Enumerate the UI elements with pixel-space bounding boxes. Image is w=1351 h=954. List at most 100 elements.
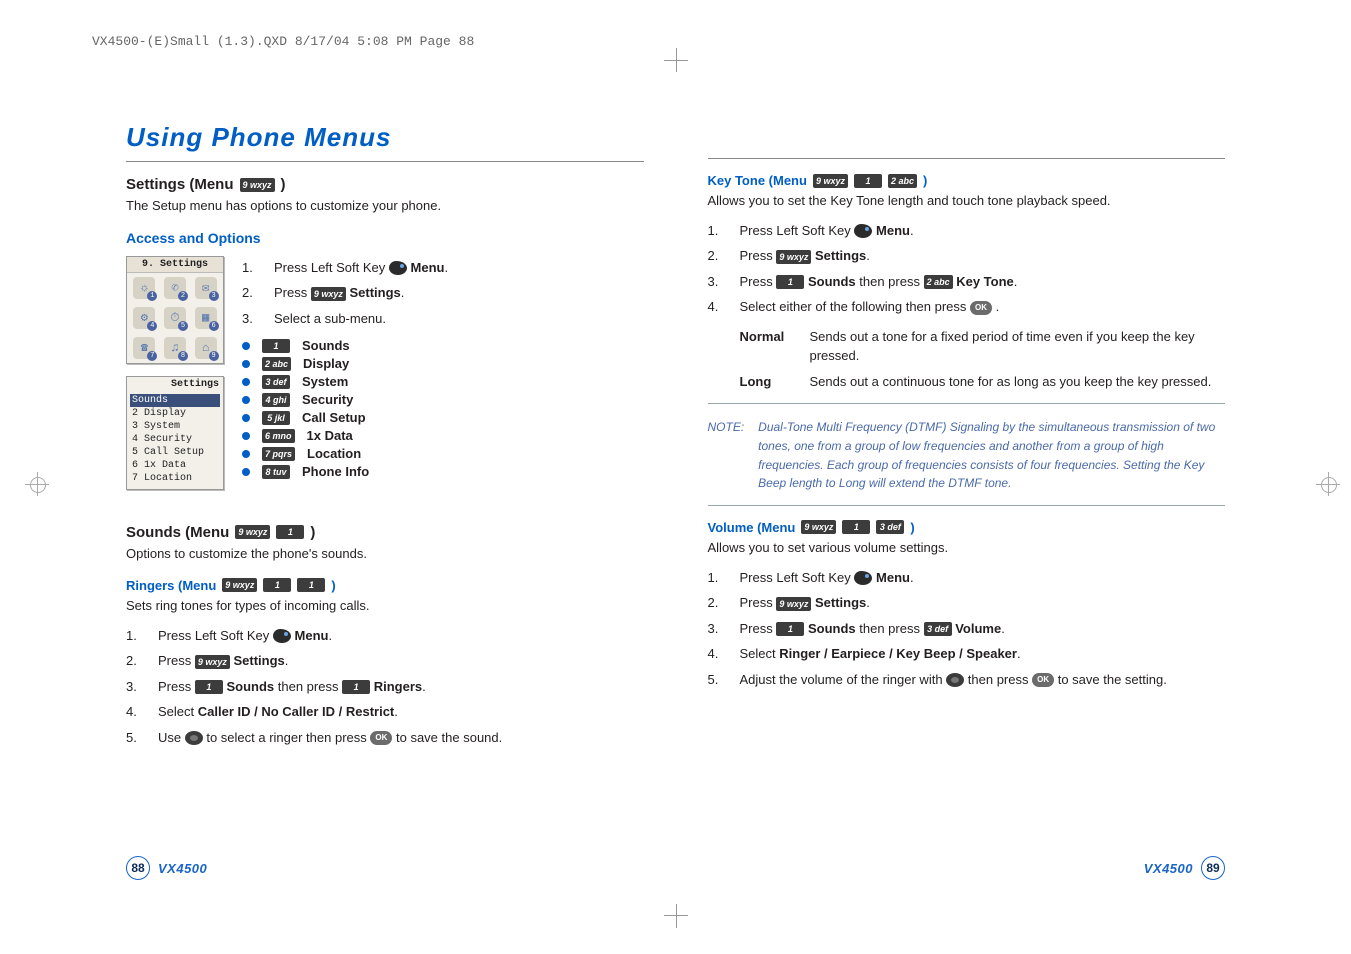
step-number: 2. [708,246,726,266]
keytone-definitions: Normal Sends out a tone for a fixed peri… [740,327,1226,392]
step-text: Press Left Soft Key Menu. [740,568,1226,588]
key-9-icon: 9 wxyz [235,525,270,539]
screenshot-list-item: Sounds [130,394,220,407]
print-slug: VX4500-(E)Small (1.3).QXD 8/17/04 5:08 P… [92,34,474,49]
submenu-item: 3 defSystem [242,374,644,389]
screenshot-title: 9. Settings [127,257,223,273]
screenshot-list-item: 7 Location [130,472,220,485]
step-text: Press Left Soft Key Menu. [740,221,1226,241]
step-text: Press 9 wxyz Settings. [740,246,1226,266]
left-soft-key-icon [854,571,872,585]
step-text: Press Left Soft Key Menu. [158,626,644,646]
section-settings-title: Settings (Menu 9 wxyz ) [126,176,644,193]
section-ringers-desc: Sets ring tones for types of incoming ca… [126,597,644,616]
screenshot-list-item: 2 Display [130,407,220,420]
definition-row: Normal Sends out a tone for a fixed peri… [740,327,1226,366]
step-text: Adjust the volume of the ringer with the… [740,670,1226,690]
step-number: 3. [126,677,144,697]
screenshot-list-item: 4 Security [130,433,220,446]
key-icon: 8 tuv [262,465,290,479]
step-text: Use to select a ringer then press OK to … [158,728,644,748]
note-label: NOTE: [708,418,745,492]
key-1-icon: 1 [195,680,223,694]
ok-key-icon: OK [1032,673,1054,687]
page-number: 88 [126,856,150,880]
step-text: Select Caller ID / No Caller ID / Restri… [158,702,644,722]
left-soft-key-icon [854,224,872,238]
step-number: 3. [242,309,260,329]
section-keytone-title: Key Tone (Menu 9 wxyz 1 2 abc ) [708,173,1226,188]
section-ringers-title: Ringers (Menu 9 wxyz 1 1 ) [126,578,644,593]
definition-text: Sends out a continuous tone for as long … [810,372,1226,392]
submenu-item: 4 ghiSecurity [242,392,644,407]
text: ) [310,524,315,541]
key-1-icon: 1 [776,622,804,636]
key-2-icon: 2 abc [888,174,917,188]
page-footer-right: VX4500 89 [1144,856,1225,880]
step-text: Press 9 wxyz Settings. [274,283,644,303]
step-number: 2. [126,651,144,671]
step-number: 1. [708,568,726,588]
bullet-icon [242,396,250,404]
key-icon: 7 pqrs [262,447,295,461]
text: Settings (Menu [126,176,234,193]
crop-mark [676,904,677,928]
screenshot-list-item: 6 1x Data [130,459,220,472]
step-number: 4. [708,297,726,317]
submenu-item: 6 mno1x Data [242,428,644,443]
section-sounds-title: Sounds (Menu 9 wxyz 1 ) [126,524,644,541]
section-settings-desc: The Setup menu has options to customize … [126,197,644,216]
submenu-item: 1Sounds [242,338,644,353]
divider [708,158,1226,159]
page-right: Key Tone (Menu 9 wxyz 1 2 abc ) Allows y… [708,100,1226,864]
note-block: NOTE: Dual-Tone Multi Frequency (DTMF) S… [708,418,1226,492]
key-icon: 6 mno [262,429,295,443]
step-number: 2. [242,283,260,303]
definition-term: Normal [740,327,796,366]
definition-term: Long [740,372,796,392]
crop-mark [676,48,677,72]
step-number: 1. [242,258,260,278]
bullet-icon [242,414,250,422]
ok-key-icon: OK [370,731,392,745]
step-text: Press 1 Sounds then press 1 Ringers. [158,677,644,697]
chapter-title: Using Phone Menus [126,122,644,153]
definition-row: Long Sends out a continuous tone for as … [740,372,1226,392]
key-1-icon: 1 [297,578,325,592]
key-3-icon: 3 def [924,622,952,636]
page-number: 89 [1201,856,1225,880]
key-icon: 5 jkl [262,411,290,425]
submenu-item: 2 abcDisplay [242,356,644,371]
key-2-icon: 2 abc [924,275,953,289]
nav-pad-icon [185,731,203,745]
key-icon: 4 ghi [262,393,290,407]
page-footer-left: 88 VX4500 [126,856,207,880]
key-9-icon: 9 wxyz [240,178,275,192]
screenshot-banner: Settings [127,377,223,392]
text: Ringers (Menu [126,578,216,593]
phone-screenshot-grid: 9. Settings ☼1✆2✉3 ⚙4⏱5▦6 ☎7♫8⌂9 [126,256,224,364]
note-text: Dual-Tone Multi Frequency (DTMF) Signali… [758,418,1225,492]
step-number: 5. [708,670,726,690]
key-9-icon: 9 wxyz [776,250,811,264]
section-keytone-desc: Allows you to set the Key Tone length an… [708,192,1226,211]
key-icon: 1 [262,339,290,353]
section-volume-title: Volume (Menu 9 wxyz 1 3 def ) [708,520,1226,535]
key-9-icon: 9 wxyz [776,597,811,611]
step-number: 4. [126,702,144,722]
left-soft-key-icon [389,261,407,275]
text: Volume (Menu [708,520,796,535]
step-number: 2. [708,593,726,613]
key-1-icon: 1 [776,275,804,289]
left-soft-key-icon [273,629,291,643]
model-name: VX4500 [158,861,207,876]
submenu-item: 8 tuvPhone Info [242,464,644,479]
bullet-icon [242,360,250,368]
text: Sounds (Menu [126,524,229,541]
bullet-icon [242,342,250,350]
screenshot-list-item: 5 Call Setup [130,446,220,459]
keytone-steps: 1. Press Left Soft Key Menu. 2. Press 9 … [708,221,1226,317]
key-1-icon: 1 [842,520,870,534]
key-1-icon: 1 [854,174,882,188]
key-1-icon: 1 [263,578,291,592]
